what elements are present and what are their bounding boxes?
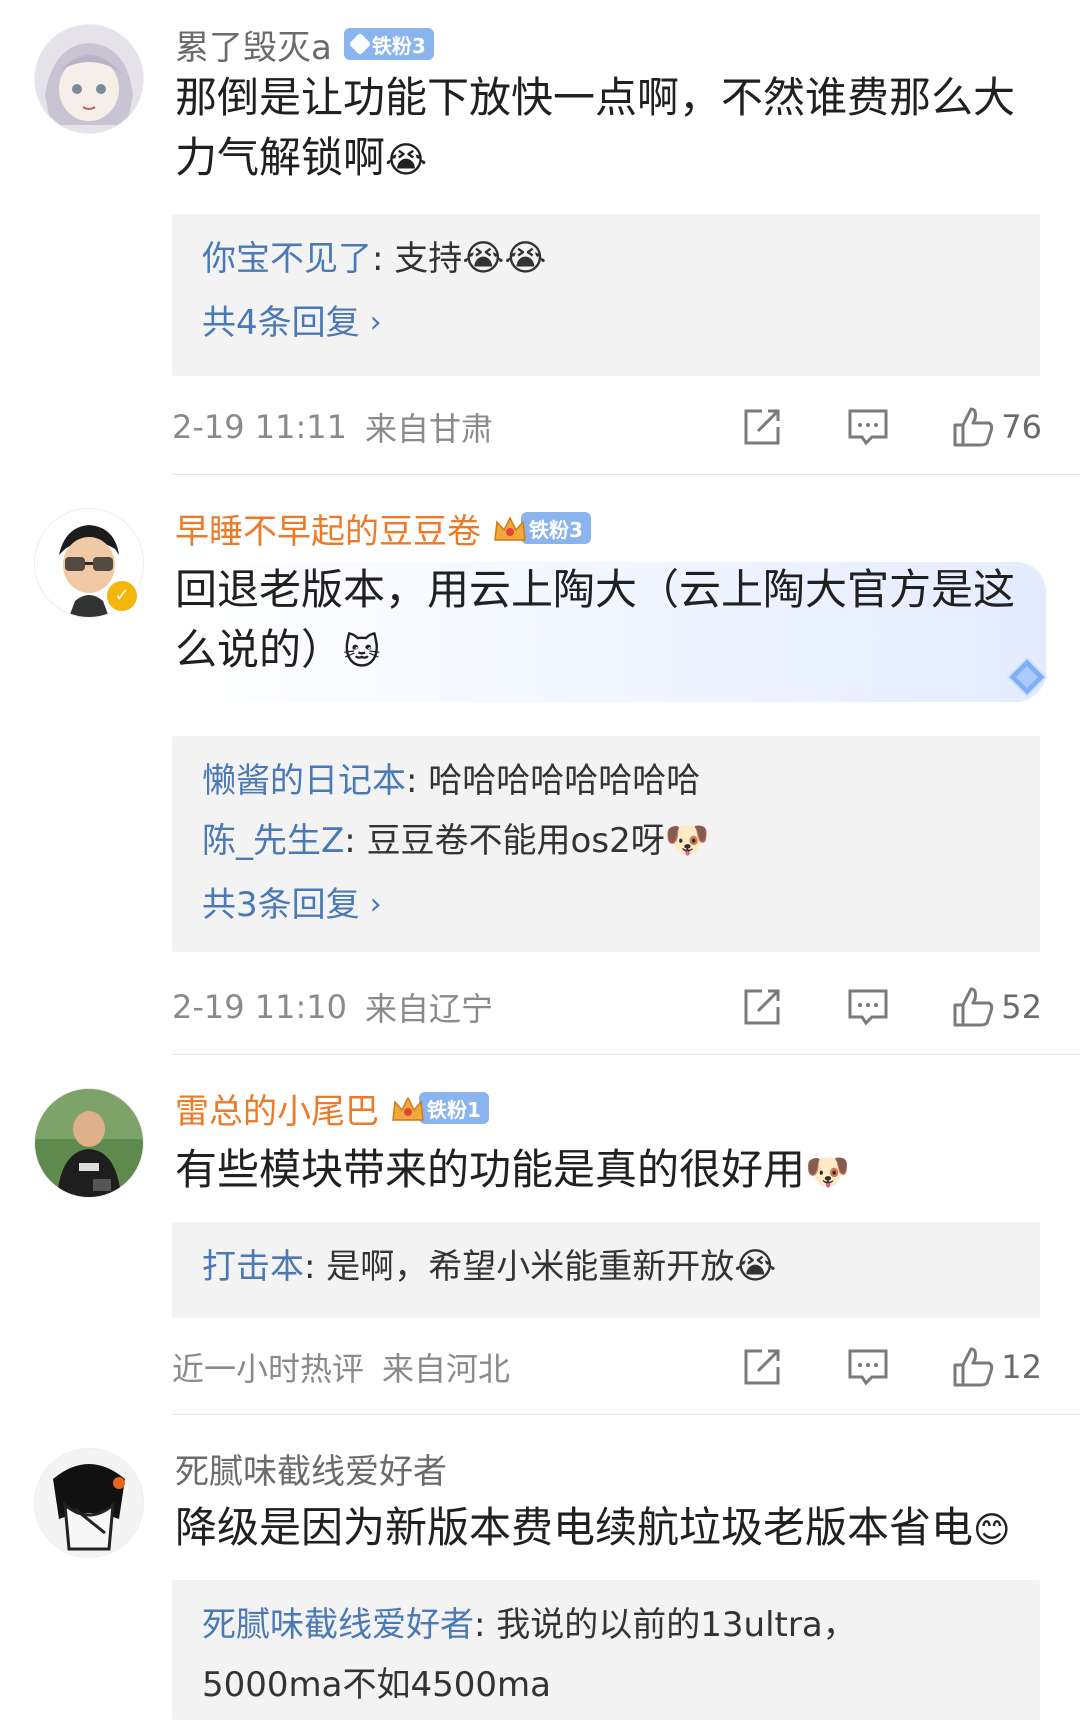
- crown-icon: [391, 1094, 425, 1122]
- timestamp: 近一小时热评: [172, 1350, 365, 1388]
- comment-header: 死腻味截线爱好者: [175, 1444, 447, 1492]
- comment-body: 那倒是让功能下放快一点啊，不然谁费那么大力气解锁啊: [175, 73, 1016, 182]
- doge-emoji: 🐶: [805, 1152, 850, 1193]
- comment-icon: [848, 409, 888, 446]
- share-icon: [744, 1349, 780, 1385]
- crying-emoji: 😭: [385, 140, 428, 181]
- comment-body: 降级是因为新版本费电续航垃圾老版本省电: [175, 1503, 974, 1552]
- timestamp: 2-19 11:11: [172, 408, 348, 446]
- comment-icon: [848, 1349, 888, 1386]
- reply-author[interactable]: 你宝不见了: [202, 239, 372, 279]
- crying-emoji: 😭😭: [462, 238, 547, 279]
- crying-emoji: 😭: [734, 1246, 777, 1287]
- reply-preview[interactable]: 打击本: 是啊，希望小米能重新开放😭: [172, 1222, 1040, 1318]
- thumbs-up-icon: [953, 987, 994, 1027]
- fan-badge[interactable]: 铁粉3: [343, 28, 434, 60]
- action-bar: 52: [709, 982, 1042, 1032]
- reply-author[interactable]: 死腻味截线爱好者: [202, 1605, 474, 1645]
- comment-icon: [848, 989, 888, 1026]
- comment-header: 雷总的小尾巴 铁粉1: [175, 1084, 489, 1132]
- like-button[interactable]: 12: [921, 1342, 1042, 1392]
- fan-badge[interactable]: 铁粉3: [493, 512, 591, 544]
- reply-text: 我说的以前的13ultra，: [496, 1605, 857, 1645]
- reply-text: 支持: [394, 239, 463, 279]
- view-replies-link[interactable]: 共3条回复 ›: [202, 874, 1010, 936]
- username[interactable]: 早睡不早起的豆豆卷: [175, 504, 481, 553]
- reply-text: 是啊，希望小米能重新开放: [326, 1247, 735, 1287]
- thumbs-up-icon: [953, 407, 994, 447]
- doge-emoji: 🐶: [664, 820, 710, 861]
- crown-icon: [493, 514, 527, 542]
- location: 来自甘肃: [365, 410, 494, 448]
- cat-emoji: 🐱: [343, 632, 381, 673]
- smile-emoji: 😊: [973, 1510, 1011, 1551]
- comment-body: 回退老版本，用云上陶大（云上陶大官方是这么说的）: [175, 565, 1016, 674]
- share-button[interactable]: [709, 1342, 815, 1392]
- reply-item[interactable]: 你宝不见了: 支持😭😭: [202, 232, 1010, 292]
- avatar[interactable]: [34, 1448, 144, 1558]
- like-count: 12: [1001, 1348, 1042, 1386]
- reply-author[interactable]: 懒酱的日记本: [202, 761, 406, 801]
- badge-label: 铁粉1: [427, 1097, 481, 1122]
- badge-label: 铁粉3: [529, 517, 583, 542]
- like-button[interactable]: 52: [921, 982, 1042, 1032]
- divider: [172, 1414, 1080, 1415]
- comment-body: 有些模块带来的功能是真的很好用: [175, 1145, 806, 1194]
- comment-text: 有些模块带来的功能是真的很好用🐶: [175, 1140, 1055, 1203]
- reply-item[interactable]: 陈_先生Z: 豆豆卷不能用os2呀🐶: [202, 814, 1010, 874]
- thumbs-up-icon: [953, 1347, 994, 1387]
- reply-text: 哈哈哈哈哈哈哈哈: [428, 761, 701, 801]
- comment-meta: 2-19 11:11 来自甘肃: [172, 402, 493, 452]
- reply-text-continued: 5000ma不如4500ma: [202, 1665, 551, 1705]
- reply-item[interactable]: 死腻味截线爱好者: 我说的以前的13ultra，: [202, 1598, 1010, 1658]
- like-button[interactable]: 76: [921, 402, 1042, 452]
- divider: [172, 1054, 1080, 1055]
- reply-preview[interactable]: 懒酱的日记本: 哈哈哈哈哈哈哈哈 陈_先生Z: 豆豆卷不能用os2呀🐶 共3条回…: [172, 736, 1040, 952]
- chevron-right-icon: ›: [369, 305, 382, 340]
- comment-header: 累了毁灭a 铁粉3: [175, 20, 434, 68]
- location: 来自辽宁: [365, 990, 494, 1028]
- comment-button[interactable]: [815, 1342, 921, 1392]
- reply-item[interactable]: 打击本: 是啊，希望小米能重新开放😭: [202, 1240, 1010, 1300]
- badge-label: 铁粉3: [371, 33, 426, 58]
- like-count: 52: [1001, 988, 1042, 1026]
- action-bar: 12: [709, 1342, 1042, 1392]
- comment-text: 降级是因为新版本费电续航垃圾老版本省电😊: [175, 1498, 1055, 1561]
- diamond-icon: [348, 32, 372, 56]
- chevron-right-icon: ›: [369, 887, 382, 922]
- timestamp: 2-19 11:10: [172, 988, 348, 1026]
- comment-button[interactable]: [815, 982, 921, 1032]
- share-button[interactable]: [709, 982, 815, 1032]
- view-replies-link[interactable]: 共4条回复 ›: [202, 292, 1010, 354]
- comment-meta: 2-19 11:10 来自辽宁: [172, 982, 493, 1032]
- fan-badge[interactable]: 铁粉1: [391, 1092, 489, 1124]
- comment-header: 早睡不早起的豆豆卷 铁粉3: [175, 504, 591, 552]
- avatar[interactable]: [34, 24, 144, 134]
- divider: [172, 474, 1080, 475]
- username[interactable]: 累了毁灭a: [175, 20, 332, 69]
- username[interactable]: 雷总的小尾巴: [175, 1084, 379, 1133]
- reply-author[interactable]: 陈_先生Z: [202, 821, 344, 861]
- reply-preview[interactable]: 死腻味截线爱好者: 我说的以前的13ultra， 5000ma不如4500ma: [172, 1580, 1040, 1720]
- avatar[interactable]: [34, 1088, 144, 1198]
- comment-button[interactable]: [815, 402, 921, 452]
- comment-meta: 近一小时热评 来自河北: [172, 1342, 510, 1392]
- share-button[interactable]: [709, 402, 815, 452]
- reply-preview[interactable]: 你宝不见了: 支持😭😭 共4条回复 ›: [172, 214, 1040, 376]
- username[interactable]: 死腻味截线爱好者: [175, 1444, 447, 1493]
- like-count: 76: [1001, 408, 1042, 446]
- share-icon: [744, 409, 780, 445]
- reply-text: 豆豆卷不能用os2呀: [366, 821, 665, 861]
- share-icon: [744, 989, 780, 1025]
- comment-text: 回退老版本，用云上陶大（云上陶大官方是这么说的）🐱: [175, 560, 1035, 683]
- verified-icon: ✓: [104, 578, 140, 614]
- location: 来自河北: [382, 1350, 511, 1388]
- action-bar: 76: [709, 402, 1042, 452]
- comment-text: 那倒是让功能下放快一点啊，不然谁费那么大力气解锁啊😭: [175, 68, 1055, 191]
- reply-author[interactable]: 打击本: [202, 1247, 304, 1287]
- reply-item[interactable]: 懒酱的日记本: 哈哈哈哈哈哈哈哈: [202, 754, 1010, 814]
